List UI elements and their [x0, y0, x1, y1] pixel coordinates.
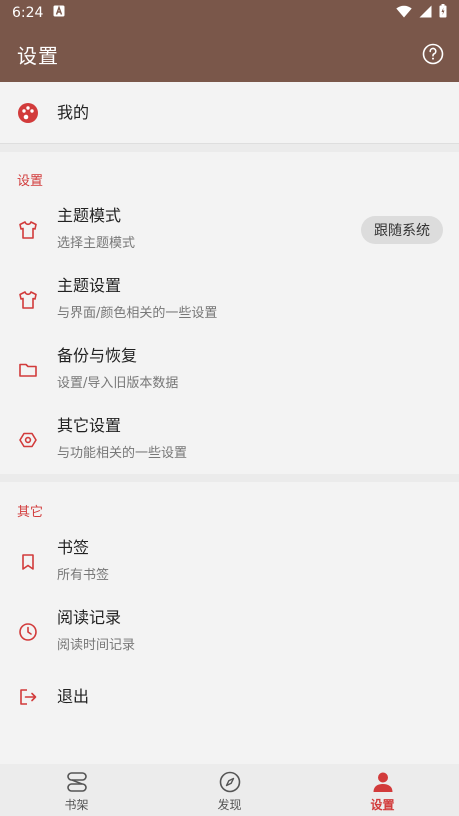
theme-settings-title: 主题设置 — [57, 276, 122, 295]
theme-mode-title: 主题模式 — [57, 206, 122, 225]
nav-settings[interactable]: 设置 — [306, 764, 459, 816]
notification-a-icon — [53, 5, 65, 21]
bookmark-icon — [17, 551, 39, 573]
other-settings-subtitle: 与功能相关的一些设置 — [57, 446, 188, 461]
backup-restore-row[interactable]: 备份与恢复 设置/导入旧版本数据 — [0, 336, 459, 404]
nav-bookshelf[interactable]: 书架 — [0, 764, 153, 816]
compass-icon — [218, 768, 242, 794]
reading-history-subtitle: 阅读时间记录 — [57, 638, 136, 653]
palette-icon — [17, 102, 39, 124]
status-bar: 6:24 — [0, 0, 459, 26]
hexagon-icon — [17, 429, 39, 451]
nav-discover-label: 发现 — [217, 797, 242, 812]
logout-row[interactable]: 退出 — [0, 668, 459, 726]
reading-history-title: 阅读记录 — [57, 608, 122, 627]
signal-icon — [419, 5, 432, 22]
section-label-other: 其它 — [17, 505, 44, 520]
page-title: 设置 — [17, 43, 59, 68]
bookmarks-subtitle: 所有书签 — [57, 568, 110, 583]
help-button[interactable] — [421, 42, 445, 66]
section-separator — [0, 144, 459, 152]
bookshelf-icon — [65, 768, 89, 794]
clock-icon — [17, 621, 39, 643]
section-separator — [0, 474, 459, 482]
bottom-nav: 书架 发现 设置 — [0, 764, 459, 816]
theme-mode-value-chip[interactable]: 跟随系统 — [361, 216, 443, 244]
nav-settings-label: 设置 — [370, 797, 395, 812]
nav-bookshelf-label: 书架 — [64, 797, 89, 812]
backup-restore-subtitle: 设置/导入旧版本数据 — [57, 376, 179, 391]
status-time: 6:24 — [12, 5, 44, 21]
logout-icon — [17, 686, 39, 708]
theme-mode-subtitle: 选择主题模式 — [57, 236, 136, 251]
theme-settings-row[interactable]: 主题设置 与界面/颜色相关的一些设置 — [0, 266, 459, 334]
mine-row[interactable]: 我的 — [0, 82, 459, 144]
folder-icon — [17, 359, 39, 381]
bookmarks-row[interactable]: 书签 所有书签 — [0, 528, 459, 596]
help-icon — [422, 43, 444, 65]
shirt-icon — [17, 289, 39, 311]
battery-icon — [439, 4, 447, 22]
shirt-icon — [17, 219, 39, 241]
other-settings-title: 其它设置 — [57, 416, 122, 435]
theme-settings-subtitle: 与界面/颜色相关的一些设置 — [57, 306, 218, 321]
backup-restore-title: 备份与恢复 — [57, 346, 138, 365]
logout-title: 退出 — [57, 687, 90, 706]
wifi-icon — [396, 5, 412, 22]
app-bar: 设置 — [0, 26, 459, 82]
mine-label: 我的 — [57, 103, 90, 122]
reading-history-row[interactable]: 阅读记录 阅读时间记录 — [0, 598, 459, 666]
bookmarks-title: 书签 — [57, 538, 90, 557]
nav-discover[interactable]: 发现 — [153, 764, 306, 816]
other-settings-row[interactable]: 其它设置 与功能相关的一些设置 — [0, 406, 459, 474]
person-icon — [371, 768, 395, 794]
section-label-settings: 设置 — [17, 174, 44, 189]
